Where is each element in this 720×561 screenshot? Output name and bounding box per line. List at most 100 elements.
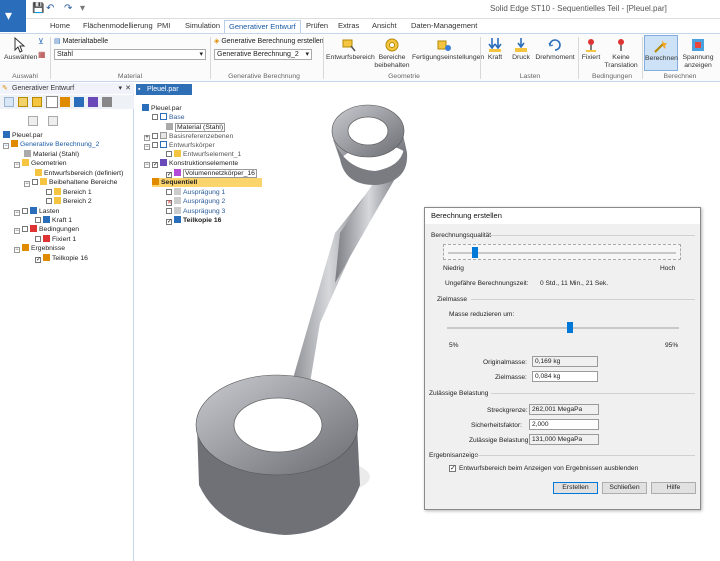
feature-tree-root[interactable]: Pleuel.par bbox=[142, 104, 182, 113]
keep-regions-button[interactable]: Bereiche beibehalten bbox=[374, 37, 410, 70]
tree-item[interactable]: − Generative Berechnung_2 bbox=[3, 140, 99, 149]
study-select[interactable]: Generative Berechnung_2 ▾ bbox=[214, 49, 312, 60]
feature-item-selected[interactable]: Sequentiell bbox=[152, 178, 262, 187]
group-compute-label: Berechnen bbox=[663, 73, 697, 80]
tree-item[interactable]: Bereich 1 bbox=[46, 188, 92, 197]
force-button[interactable]: Kraft bbox=[483, 37, 507, 62]
select-tool-icon[interactable]: ▦ bbox=[38, 50, 46, 59]
tree-item[interactable]: − Ergebnisse bbox=[14, 244, 65, 253]
group-geometry-label: Geometrie bbox=[388, 73, 420, 80]
tab-view[interactable]: Ansicht bbox=[372, 20, 397, 33]
pin-panel-icon[interactable]: ▾ bbox=[118, 83, 122, 94]
tree-item[interactable]: Material (Stahl) bbox=[24, 150, 79, 159]
filter-icon[interactable]: ⊻ bbox=[38, 37, 44, 46]
compute-icon bbox=[654, 40, 667, 53]
tree-item[interactable]: Bereich 2 bbox=[46, 197, 92, 206]
tree-item[interactable]: Fixiert 1 bbox=[35, 235, 76, 244]
group-constraints-label: Bedingungen bbox=[591, 73, 633, 80]
feature-item[interactable]: Base bbox=[152, 113, 185, 122]
tree-item[interactable]: ✓ Teilkopie 16 bbox=[35, 254, 88, 263]
tab-sketch-icon[interactable] bbox=[32, 97, 42, 107]
app-logo[interactable]: ▾ bbox=[0, 0, 26, 32]
tree-item[interactable]: − Bedingungen bbox=[14, 225, 79, 234]
feature-item[interactable]: − ✓ Konstruktionselemente bbox=[144, 159, 238, 168]
fixed-button[interactable]: Fixiert bbox=[580, 37, 602, 62]
tab-inspect[interactable]: Prüfen bbox=[306, 20, 328, 33]
tree-item[interactable]: Kraft 1 bbox=[35, 216, 72, 225]
tab-home[interactable]: Home bbox=[50, 20, 70, 33]
quality-section-label: Berechnungsqualität bbox=[431, 232, 492, 239]
material-table-button[interactable]: ▤ Materialtabelle bbox=[54, 37, 108, 45]
tree-item[interactable]: Pleuel.par bbox=[3, 131, 43, 140]
manufacturing-settings-button[interactable]: Fertigungseinstellungen bbox=[412, 37, 484, 62]
feature-item[interactable]: Material (Stahl) bbox=[166, 123, 226, 132]
pressure-button[interactable]: Druck bbox=[509, 37, 533, 62]
region-icon bbox=[54, 188, 61, 195]
redo-icon[interactable]: ↷ bbox=[64, 3, 72, 14]
compute-button[interactable]: Berechnen bbox=[644, 35, 678, 71]
keep-regions-icon bbox=[385, 38, 399, 52]
tab-tools[interactable]: Extras bbox=[338, 20, 359, 33]
panel-header: ✎ Generativer Entwurf ▾ ✕ bbox=[0, 83, 134, 94]
group-loads-label: Lasten bbox=[519, 73, 541, 80]
feature-item[interactable]: ✓ Volumennetzkörper_16 bbox=[166, 169, 257, 178]
tree-item[interactable]: Entwurfsbereich (definiert) bbox=[35, 169, 123, 178]
tab-purple-icon[interactable] bbox=[88, 97, 98, 107]
torque-button[interactable]: Drehmoment bbox=[535, 37, 575, 62]
target-mass-input[interactable]: 0,084 kg bbox=[532, 371, 598, 382]
tab-features-icon[interactable] bbox=[18, 97, 28, 107]
feature-item[interactable]: Ausprägung 3 bbox=[166, 207, 225, 216]
tab-generative-design[interactable]: Generativer Entwurf bbox=[224, 20, 301, 33]
mass-slider-thumb[interactable] bbox=[566, 322, 573, 333]
tab-simulation[interactable]: Simulation bbox=[185, 20, 220, 33]
safety-factor-input[interactable]: 2,000 bbox=[529, 419, 599, 430]
pin-icon bbox=[586, 39, 596, 52]
tree-item[interactable]: − Lasten bbox=[14, 207, 59, 216]
pin-icon bbox=[43, 235, 50, 242]
loads-icon bbox=[30, 207, 37, 214]
undo-icon[interactable]: ↶ bbox=[46, 3, 54, 14]
hide-design-space-checkbox[interactable]: ✓ bbox=[449, 465, 456, 472]
close-button[interactable]: Schließen bbox=[602, 482, 647, 494]
show-stress-button[interactable]: Spannung anzeigen bbox=[680, 37, 716, 70]
tab-data-management[interactable]: Daten-Management bbox=[411, 20, 477, 33]
no-translation-button[interactable]: Keine Translation bbox=[604, 37, 638, 70]
material-select[interactable]: Stahl ▾ bbox=[54, 49, 206, 60]
design-space-button[interactable]: Entwurfsbereich bbox=[326, 37, 375, 62]
part-icon bbox=[3, 131, 10, 138]
tree-item[interactable]: − Geometrien bbox=[14, 159, 67, 168]
toolbar-filter-icon[interactable] bbox=[28, 116, 38, 126]
create-button[interactable]: Erstellen bbox=[553, 482, 598, 494]
feature-item[interactable]: ✕ Ausprägung 2 bbox=[166, 197, 225, 206]
tab-grey-icon[interactable] bbox=[102, 97, 112, 107]
quality-slider-thumb[interactable] bbox=[472, 247, 479, 258]
feature-item[interactable]: − Entwurfskörper bbox=[144, 141, 215, 150]
quick-access-dropdown-icon[interactable]: ▾ bbox=[80, 3, 85, 14]
feature-item[interactable]: ✓ Teilkopie 16 bbox=[166, 216, 221, 225]
document-tab[interactable]: ▪ Pleuel.par bbox=[136, 84, 192, 95]
tab-generative-icon[interactable] bbox=[46, 96, 58, 108]
feature-item[interactable]: Ausprägung 1 bbox=[166, 188, 225, 197]
results-section-label: Ergebnisanzeige bbox=[429, 452, 479, 459]
feature-item[interactable]: Entwurfselement_1 bbox=[166, 150, 241, 159]
design-space-icon bbox=[35, 169, 42, 176]
tab-surfacing[interactable]: Flächenmodellierung bbox=[83, 20, 153, 33]
tab-blue-icon[interactable] bbox=[74, 97, 84, 107]
tab-pmi[interactable]: PMI bbox=[157, 20, 170, 33]
mass-reduction-slider[interactable] bbox=[447, 322, 679, 334]
quality-slider[interactable] bbox=[443, 244, 681, 260]
create-study-button[interactable]: ◈ Generative Berechnung erstellen bbox=[214, 37, 324, 45]
part-icon: ▪ bbox=[138, 86, 141, 93]
feature-item[interactable]: + Basisreferenzebenen bbox=[144, 132, 233, 141]
close-icon[interactable]: ✕ bbox=[125, 83, 131, 94]
quality-low-label: Niedrig bbox=[443, 265, 464, 272]
toolbar-options-icon[interactable] bbox=[48, 116, 58, 126]
save-icon[interactable]: 💾 bbox=[32, 3, 44, 14]
select-button[interactable]: Auswählen bbox=[4, 37, 37, 62]
tab-layers-icon[interactable] bbox=[4, 97, 14, 107]
tree-item[interactable]: − Beibehaltene Bereiche bbox=[24, 178, 117, 187]
group-select-label: Auswahl bbox=[12, 73, 38, 80]
study-icon: ◈ bbox=[214, 38, 220, 45]
tab-orange-icon[interactable] bbox=[60, 97, 70, 107]
help-button[interactable]: Hilfe bbox=[651, 482, 696, 494]
